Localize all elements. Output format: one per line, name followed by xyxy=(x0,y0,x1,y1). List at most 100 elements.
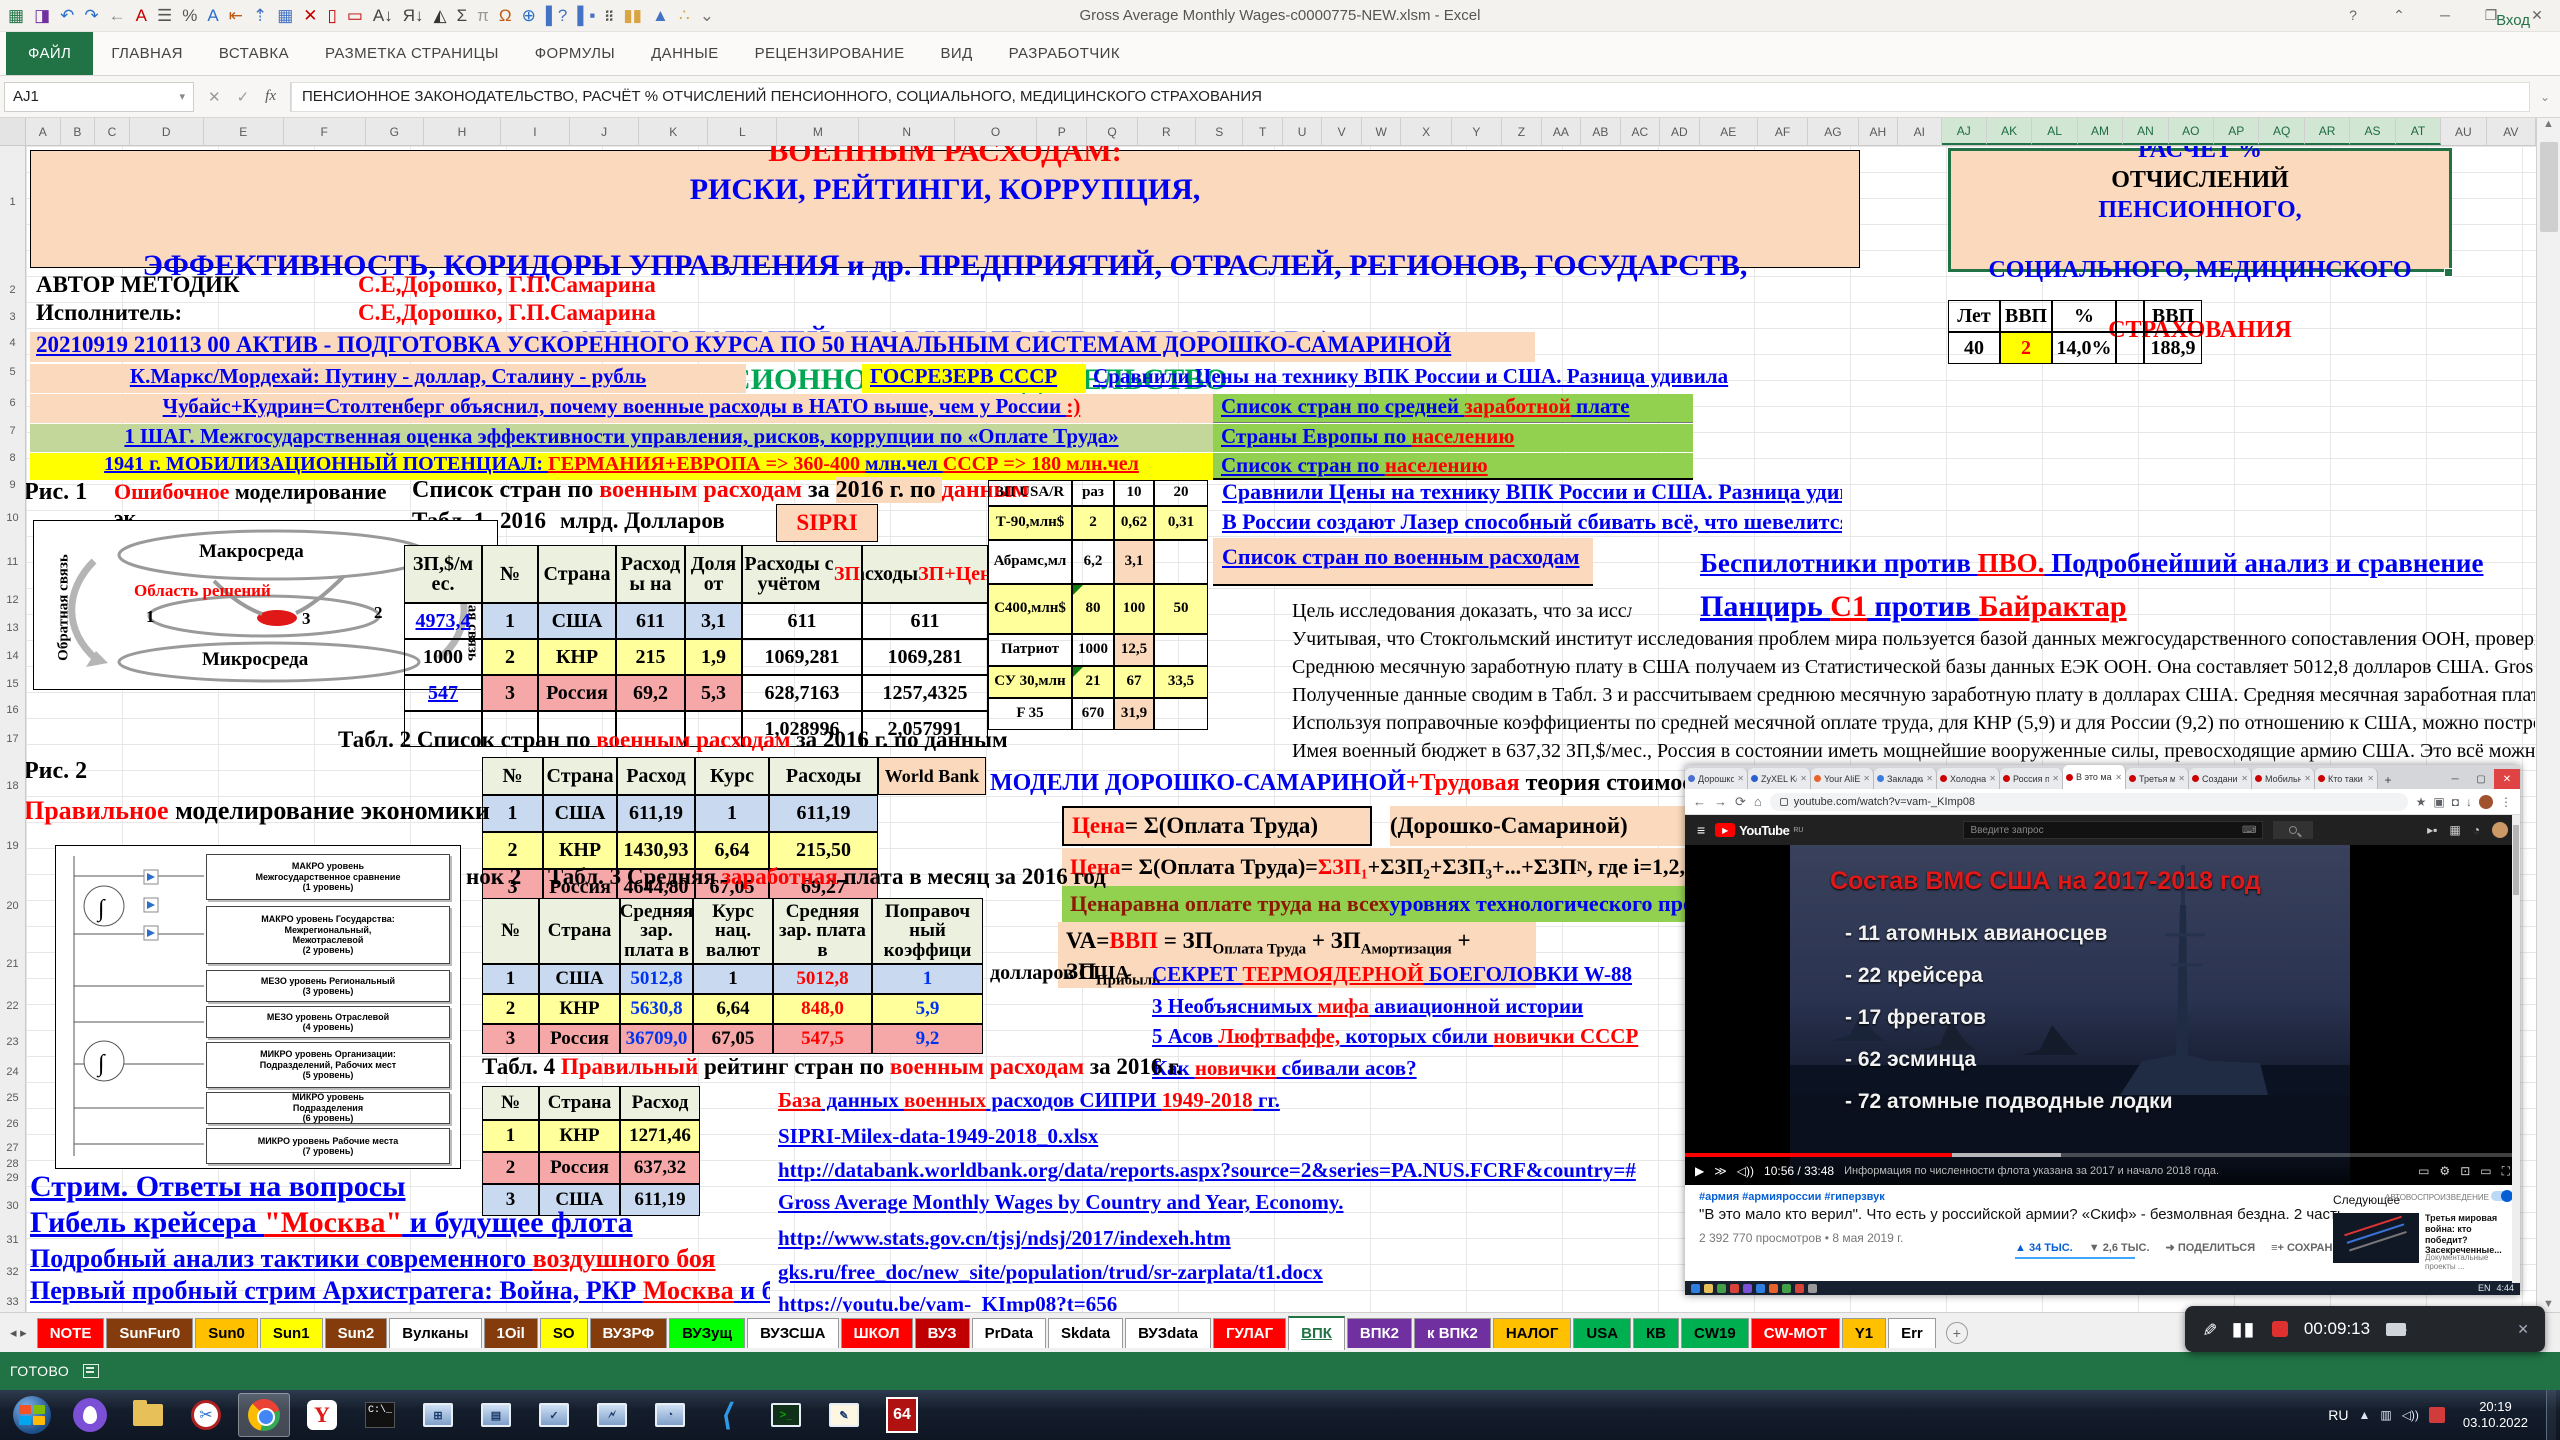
tbl1-r0-c0[interactable]: 4973,4 xyxy=(404,603,482,639)
data-source-link-1[interactable]: SIPRI-Milex-data-1949-2018_0.xlsx xyxy=(778,1124,1678,1152)
browser-address-bar[interactable]: ←→⟳⌂ youtube.com/watch?v=vam-_KImp08 ★▣◘… xyxy=(1685,789,2520,815)
column-header-AQ[interactable]: AQ xyxy=(2259,118,2304,145)
tbl1-r2-c0[interactable]: 547 xyxy=(404,675,482,711)
tbl1-header-3[interactable]: Расход ы на xyxy=(616,545,685,603)
browser-maximize[interactable]: ▢ xyxy=(2468,769,2494,789)
tbl1-r0-c5[interactable]: 611 xyxy=(742,603,862,639)
sheet-tab-ВПК[interactable]: ВПК xyxy=(1288,1316,1345,1350)
ribbon-tab-рецензирование[interactable]: РЕЦЕНЗИРОВАНИЕ xyxy=(737,32,923,75)
weapons-price-table-r3-c1[interactable]: 80 xyxy=(1072,584,1114,634)
row-headers[interactable]: 1234567891011121314151617181920212223242… xyxy=(0,146,26,1312)
row-header-26[interactable]: 26 xyxy=(0,1118,25,1130)
enter-formula-icon[interactable]: ✓ xyxy=(237,88,250,106)
tbl3-header-5[interactable]: Поправоч ный коэффици xyxy=(872,898,983,964)
tbl2-r0-c3[interactable]: 1 xyxy=(695,795,769,832)
column-header-C[interactable]: C xyxy=(95,118,130,145)
taskbar-yandex-browser-icon[interactable]: Y xyxy=(296,1393,348,1437)
row4-course-link[interactable]: 20210919 210113 00 АКТИВ - ПОДГОТОВКА УС… xyxy=(30,332,1535,362)
keyboard-icon[interactable]: ⌨ xyxy=(2242,825,2256,836)
browser-tab-9[interactable]: Мобильн✕ xyxy=(2252,768,2315,789)
yt-search-input[interactable]: Введите запрос⌨ xyxy=(1963,821,2263,839)
column-header-H[interactable]: H xyxy=(424,118,501,145)
weapons-price-table-r6-c3[interactable] xyxy=(1154,698,1208,730)
tbl1-r0-c4[interactable]: 3,1 xyxy=(685,603,742,639)
ribbon-tab-вид[interactable]: ВИД xyxy=(922,32,990,75)
row-header-12[interactable]: 12 xyxy=(0,594,25,606)
tab-close-icon[interactable]: ✕ xyxy=(1863,774,1870,783)
tbl2-header-4[interactable]: Расходы xyxy=(769,757,878,795)
compare-prices-link-row5[interactable]: Сравнили Цены на технику ВПК России и СШ… xyxy=(1093,364,1853,393)
row-header-7[interactable]: 7 xyxy=(0,425,25,437)
chart-paste-icon[interactable]: ▌▪ xyxy=(577,7,595,24)
tbl3-r2-c3[interactable]: 67,05 xyxy=(693,1024,773,1054)
tbl3-r1-c3[interactable]: 6,64 xyxy=(693,994,773,1024)
row-header-27[interactable]: 27 xyxy=(0,1142,25,1154)
next-video-thumbnail[interactable] xyxy=(2333,1213,2419,1263)
weapons-price-table-r3-c3[interactable]: 50 xyxy=(1154,584,1208,634)
column-header-L[interactable]: L xyxy=(708,118,777,145)
military-article-link-3[interactable]: Как новички сбивали асов? xyxy=(1152,1056,1712,1084)
tbl3-r2-c0[interactable]: 3 xyxy=(482,1024,539,1054)
excel-logo-icon[interactable]: ▦ xyxy=(8,7,24,24)
weapons-price-table-r3-c0[interactable]: С400,млн$ xyxy=(988,584,1072,634)
tab-close-icon[interactable]: ✕ xyxy=(2115,773,2122,782)
tbl1-r1-c2[interactable]: КНР xyxy=(538,639,616,675)
sign-in-link[interactable]: Вход xyxy=(2496,12,2530,29)
browser-tab-4[interactable]: Холодна✕ xyxy=(1937,768,2000,789)
tab-close-icon[interactable]: ✕ xyxy=(1989,774,1996,783)
row-header-15[interactable]: 15 xyxy=(0,678,25,690)
show-desktop-button[interactable] xyxy=(2546,1390,2556,1440)
shift-left-icon[interactable]: ⇤ xyxy=(229,7,243,24)
column-header-AU[interactable]: AU xyxy=(2441,118,2486,145)
weapons-price-table-r1-c1[interactable]: 2 xyxy=(1072,506,1114,540)
browser-menu-icon[interactable]: ⋮ xyxy=(2500,795,2512,809)
column-headers[interactable]: ABCDEFGHIJKLMNOPQRSTUVWXYZAAABACADAEAFAG… xyxy=(26,118,2536,146)
tbl3-header-2[interactable]: Средняя зар. плата в xyxy=(620,898,693,964)
weapons-price-table-r4-c1[interactable]: 1000 xyxy=(1072,634,1114,666)
save-icon[interactable]: ◨ xyxy=(34,7,50,24)
macro-record-icon[interactable] xyxy=(83,1364,99,1378)
weapons-price-table-r5-c2[interactable]: 67 xyxy=(1114,666,1154,698)
column-header-AL[interactable]: AL xyxy=(2032,118,2077,145)
delete-x-icon[interactable]: ✕ xyxy=(303,7,317,24)
sheet-tab-к ВПК2[interactable]: к ВПК2 xyxy=(1414,1318,1491,1348)
tbl3-r2-c1[interactable]: Россия xyxy=(539,1024,620,1054)
ribbon-tab-главная[interactable]: ГЛАВНАЯ xyxy=(93,32,201,75)
omega-icon[interactable]: Ω xyxy=(499,7,512,24)
weapons-price-table-r0-c1[interactable]: раз xyxy=(1072,480,1114,506)
tbl1-r1-c4[interactable]: 1,9 xyxy=(685,639,742,675)
gdp-mini-table-r1-c1[interactable]: 2 xyxy=(2000,332,2052,364)
video-player[interactable]: Состав ВМС США на 2017-2018 год- 11 атом… xyxy=(1685,845,2520,1185)
gdp-mini-table-r0-c3[interactable] xyxy=(2116,300,2144,332)
sheet-tab-НАЛОГ[interactable]: НАЛОГ xyxy=(1493,1318,1572,1348)
browser-tab-8[interactable]: Создани✕ xyxy=(2189,768,2252,789)
column-header-E[interactable]: E xyxy=(204,118,284,145)
military-article-link-2[interactable]: 5 Асов Люфтваффе, которых сбили новички … xyxy=(1152,1024,1712,1052)
tbl3-r0-c0[interactable]: 1 xyxy=(482,964,539,994)
sheet-tab-Sun2[interactable]: Sun2 xyxy=(325,1318,388,1348)
column-header-AO[interactable]: AO xyxy=(2169,118,2214,145)
column-header-O[interactable]: O xyxy=(955,118,1037,145)
tab-close-icon[interactable]: ✕ xyxy=(2367,774,2374,783)
column-header-M[interactable]: M xyxy=(777,118,859,145)
tbl1-r0-c6[interactable]: 611 xyxy=(862,603,988,639)
tbl3-header-0[interactable]: № xyxy=(482,898,539,964)
find-icon[interactable]: ◭ xyxy=(434,7,447,24)
column-header-V[interactable]: V xyxy=(1322,118,1362,145)
yt-notifications-icon[interactable]: ◔ xyxy=(2473,823,2480,837)
tbl1-r2-c4[interactable]: 5,3 xyxy=(685,675,742,711)
laser-link[interactable]: В России создают Лазер способный сбивать… xyxy=(1222,509,1842,535)
select-all-corner[interactable] xyxy=(0,118,26,146)
data-source-link-3[interactable]: Gross Average Monthly Wages by Country a… xyxy=(778,1190,1678,1218)
row-header-4[interactable]: 4 xyxy=(0,337,25,349)
weapons-price-table-r5-c1[interactable]: 21 xyxy=(1072,666,1114,698)
column-header-AA[interactable]: AA xyxy=(1542,118,1582,145)
tbl1-header-5[interactable]: Расходы с учётом ЗП xyxy=(742,545,862,603)
sheet-tab-1Oil[interactable]: 1Oil xyxy=(484,1318,538,1348)
sheet-tab-Sun0[interactable]: Sun0 xyxy=(195,1318,258,1348)
tbl1-r0-c3[interactable]: 611 xyxy=(616,603,685,639)
qat-more-icon[interactable]: ⌄ xyxy=(700,7,714,24)
column-header-Q[interactable]: Q xyxy=(1087,118,1137,145)
tbl3-r0-c2[interactable]: 5012,8 xyxy=(620,964,693,994)
column-header-AB[interactable]: AB xyxy=(1581,118,1621,145)
